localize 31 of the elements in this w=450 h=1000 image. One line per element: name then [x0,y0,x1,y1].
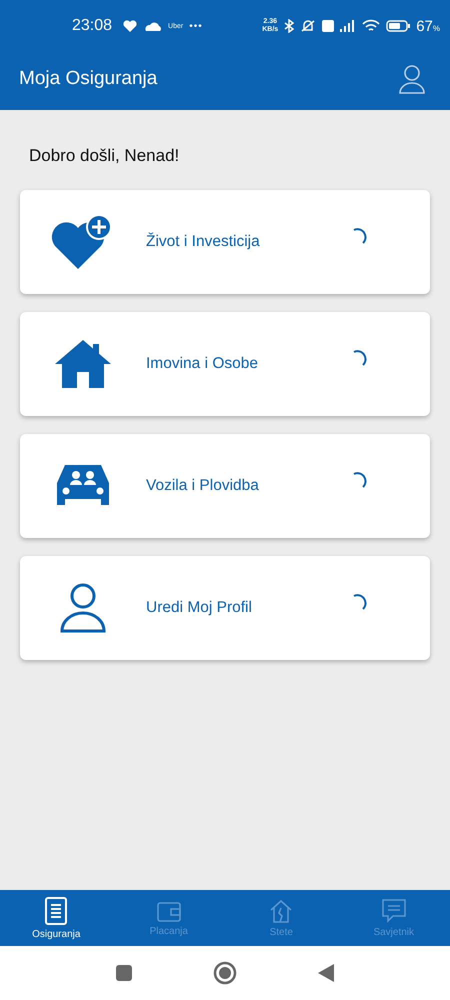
signal-icon [340,20,356,32]
damaged-house-icon [268,898,294,924]
app-title: Moja Osiguranja [19,68,158,90]
status-time: 23:08 [72,17,112,35]
muted-bell-icon [300,19,316,33]
cloud-icon [144,21,162,31]
heart-icon [122,19,138,33]
recent-apps-icon[interactable] [115,964,133,982]
card-label: Vozila i Plovidba [146,477,260,495]
back-icon[interactable] [317,963,335,983]
bluetooth-icon [284,19,294,33]
greeting-text: Dobro došli, Nenad! [29,146,180,166]
category-card[interactable]: Uredi Moj Profil [20,556,430,660]
house-icon [53,338,113,390]
battery-icon [386,20,410,32]
profile-icon[interactable] [399,64,425,94]
card-label: Život i Investicija [146,233,261,251]
more-notifications: ••• [189,20,203,32]
person-icon [60,583,106,633]
bottom-nav-tab[interactable]: Osiguranja [0,890,112,946]
card-label: Imovina i Osobe [146,355,259,373]
category-card[interactable]: Život i Investicija [20,190,430,294]
home-icon[interactable] [213,961,237,985]
chat-icon [380,898,407,924]
wallet-icon [156,899,182,923]
wifi-icon [362,19,380,33]
battery-percentage: 67% [416,18,440,34]
document-icon [44,896,68,926]
card-label: Uredi Moj Profil [146,599,253,617]
category-card[interactable]: Imovina i Osobe [20,312,430,416]
category-card[interactable]: Vozila i Plovidba [20,434,430,538]
